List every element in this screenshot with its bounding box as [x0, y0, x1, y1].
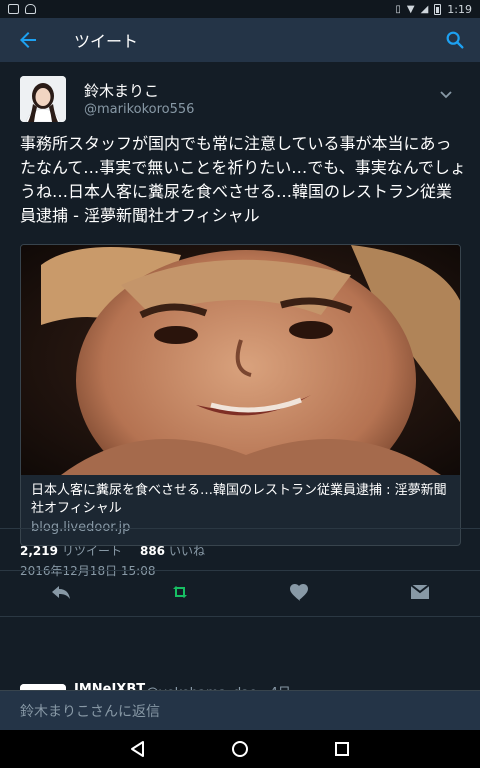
wifi-icon: ▼: [406, 3, 415, 15]
avatar[interactable]: [20, 76, 66, 122]
direct-message-icon[interactable]: [408, 580, 432, 604]
battery-icon: [434, 3, 442, 15]
vibrate-icon: ▯: [395, 3, 401, 15]
like-count: 886: [139, 544, 166, 558]
retweet-stat[interactable]: 2,219 リツイート: [20, 542, 122, 559]
image-notification-icon: [8, 4, 19, 14]
page-title: ツイート: [74, 32, 139, 51]
retweet-icon[interactable]: [168, 580, 192, 604]
next-tweet[interactable]: JMNeJXBT @yokohama_dao · 4日: [0, 670, 480, 690]
status-bar-notifications: [8, 4, 36, 14]
next-tweet-handle: @yokohama_dao · 4日: [146, 682, 291, 690]
nav-home-icon[interactable]: [230, 739, 250, 759]
like-icon[interactable]: [288, 580, 312, 604]
chevron-down-icon[interactable]: [438, 86, 454, 102]
card-title: 日本人客に糞尿を食べさせる…韓国のレストラン従業員逮捕 : 淫夢新聞社オフィシャ…: [31, 483, 447, 516]
tweet-actions: [0, 572, 480, 612]
signal-icon: ◢: [420, 3, 429, 15]
author-name: 鈴木まりこ: [84, 82, 160, 100]
card-image: [21, 245, 460, 510]
reply-input[interactable]: 鈴木まりこさんに返信: [20, 701, 160, 721]
like-label: いいね: [169, 544, 206, 558]
status-time: 1:19: [447, 2, 472, 16]
tweet-author[interactable]: 鈴木まりこ @marikokoro556: [20, 76, 460, 128]
retweet-label: リツイート: [61, 544, 122, 558]
back-arrow-icon[interactable]: [16, 28, 40, 52]
next-tweet-name: JMNeJXBT: [74, 682, 146, 690]
retweet-count: 2,219: [20, 544, 58, 558]
nav-recents-icon[interactable]: [332, 739, 352, 759]
nav-back-icon[interactable]: [128, 739, 148, 759]
like-stat[interactable]: 886 いいね: [140, 542, 205, 559]
status-bar: ▯ ▼ ◢ 1:19: [0, 0, 480, 18]
tweet-text: 事務所スタッフが国内でも常に注意している事が本当にあったなんて…事実で無いことを…: [20, 134, 466, 225]
link-card[interactable]: 日本人客に糞尿を食べさせる…韓国のレストラン従業員逮捕 : 淫夢新聞社オフィシャ…: [20, 244, 461, 546]
app-bar: ツイート: [0, 18, 480, 62]
shield-notification-icon: [25, 4, 36, 14]
system-nav-bar: [0, 730, 480, 768]
divider: [0, 616, 480, 617]
search-icon[interactable]: [444, 29, 466, 51]
divider: [0, 528, 480, 529]
tweet-stats: 2,219 リツイート 886 いいね: [20, 542, 205, 559]
status-bar-system: ▯ ▼ ◢ 1:19: [395, 3, 472, 16]
divider: [0, 570, 480, 571]
reply-bar: 鈴木まりこさんに返信: [0, 690, 480, 730]
reply-icon[interactable]: [49, 580, 73, 604]
author-handle: @marikokoro556: [84, 102, 195, 117]
